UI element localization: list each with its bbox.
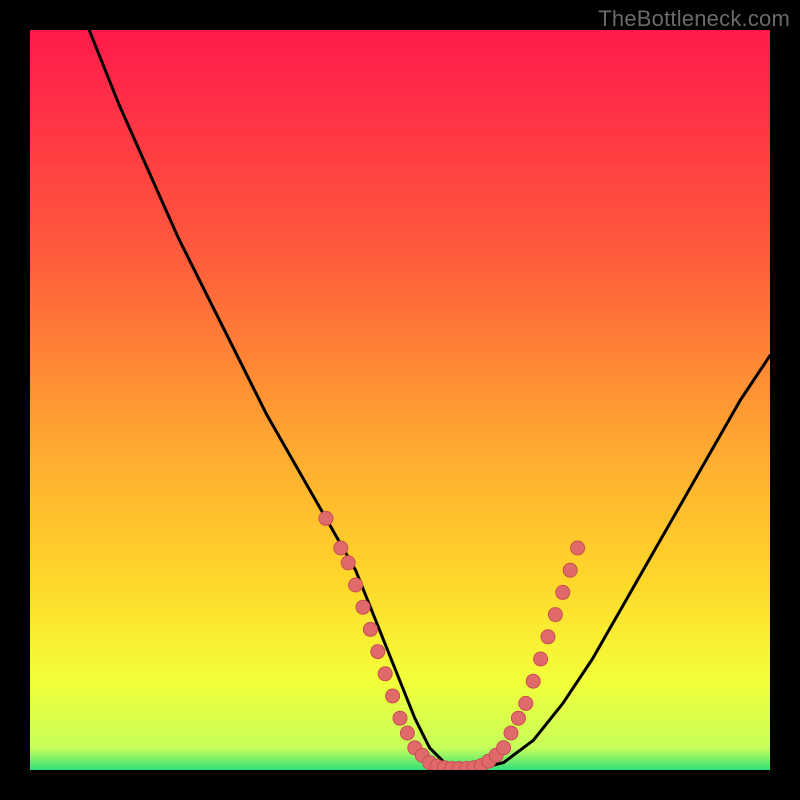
- chart-frame: TheBottleneck.com: [0, 0, 800, 800]
- data-point: [526, 674, 540, 688]
- data-point: [356, 600, 370, 614]
- data-point: [563, 563, 577, 577]
- data-point: [400, 726, 414, 740]
- data-point: [534, 652, 548, 666]
- data-point: [378, 667, 392, 681]
- bottleneck-curve: [89, 30, 770, 770]
- data-point: [511, 711, 525, 725]
- data-point: [334, 541, 348, 555]
- data-point: [504, 726, 518, 740]
- plot-area: [30, 30, 770, 770]
- data-point: [386, 689, 400, 703]
- data-point: [371, 645, 385, 659]
- curve-layer: [30, 30, 770, 770]
- data-point: [341, 556, 355, 570]
- data-point: [571, 541, 585, 555]
- data-point: [349, 578, 363, 592]
- data-points: [319, 511, 585, 770]
- data-point: [393, 711, 407, 725]
- data-point: [363, 622, 377, 636]
- data-point: [497, 741, 511, 755]
- data-point: [541, 630, 555, 644]
- data-point: [556, 585, 570, 599]
- data-point: [548, 608, 562, 622]
- data-point: [319, 511, 333, 525]
- watermark-text: TheBottleneck.com: [598, 6, 790, 32]
- data-point: [519, 696, 533, 710]
